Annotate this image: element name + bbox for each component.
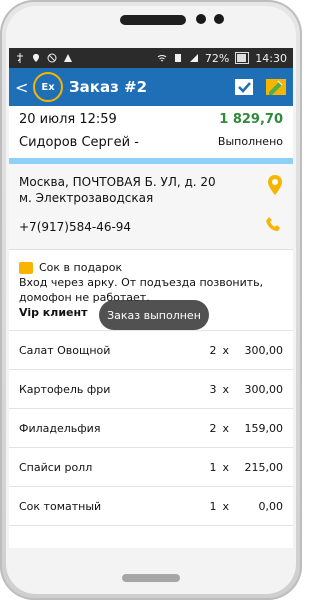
order-summary-row: 20 июля 12:59 1 829,70 [9,106,293,127]
order-datetime: 20 июля 12:59 [19,112,117,127]
item-x: x [222,499,229,513]
gift-text: Сок в подарок [39,261,123,274]
status-right-icons: 72% 14:30 [157,52,287,65]
list-item: Салат Овощной 2 x 300,00 [9,331,293,370]
item-name: Салат Овощной [19,343,111,357]
address-text: Москва, ПОЧТОВАЯ Б. УЛ, д. 20 м. Электро… [19,174,216,206]
checkbox-icon[interactable] [233,76,255,98]
phone-row: +7(917)584-46-94 [19,216,283,237]
sensor [214,14,224,24]
list-item: Сок томатный 1 x 0,00 [9,487,293,526]
item-price: 215,00 [244,460,284,474]
signal-icon [189,53,199,63]
item-name: Картофель фри [19,382,111,396]
note-line-1: Вход через арку. От подъезда позвонить, [19,276,264,289]
status-left-icons [15,53,73,63]
item-price: 300,00 [244,382,284,396]
blocked-icon [47,53,57,63]
address-row: Москва, ПОЧТОВАЯ Б. УЛ, д. 20 м. Электро… [19,174,283,206]
sim-icon [173,53,183,63]
list-item: Картофель фри 3 x 300,00 [9,370,293,409]
item-name: Сок томатный [19,499,102,513]
status-bar: 72% 14:30 [9,48,293,68]
appbar-actions [233,76,287,98]
list-item: Филадельфия 2 x 159,00 [9,409,293,448]
screen: 72% 14:30 < Ex Заказ #2 20 июля 12:59 1 … [9,48,293,548]
item-price: 159,00 [244,421,284,435]
item-qty: 3 [209,382,217,396]
address-block: Москва, ПОЧТОВАЯ Б. УЛ, д. 20 м. Электро… [9,164,293,249]
status-time: 14:30 [255,51,287,65]
order-amount: 1 829,70 [219,112,283,127]
item-x: x [222,421,229,435]
item-qty: 2 [209,421,217,435]
notification-icon [63,53,73,63]
item-name: Спайси ролл [19,460,93,474]
item-x: x [222,343,229,357]
phone-number[interactable]: +7(917)584-46-94 [19,220,131,234]
usb-icon [15,53,25,63]
location-status-icon [31,53,41,63]
item-x: x [222,382,229,396]
battery-icon [235,52,250,64]
app-bar: < Ex Заказ #2 [9,68,293,106]
edit-icon[interactable] [265,76,287,98]
gift-note-icon [19,261,33,274]
customer-row: Сидоров Сергей - Выполнено [9,127,293,158]
address-line-2: м. Электрозаводская [19,191,154,205]
address-line-1: Москва, ПОЧТОВАЯ Б. УЛ, д. 20 [19,175,216,189]
home-button[interactable] [122,574,180,582]
wifi-icon [157,53,167,63]
device-frame: 72% 14:30 < Ex Заказ #2 20 июля 12:59 1 … [0,0,302,600]
page-title: Заказ #2 [69,78,148,96]
item-qty: 2 [209,343,217,357]
item-price: 300,00 [244,343,284,357]
toast: Заказ выполнен [99,300,209,330]
phone-icon[interactable] [265,216,283,237]
chevron-left-icon[interactable]: < [15,78,28,97]
item-name: Филадельфия [19,421,101,435]
logo-icon: Ex [33,72,63,102]
item-qty: 1 [209,460,217,474]
order-items-list: Салат Овощной 2 x 300,00 Картофель фри 3… [9,330,293,526]
front-camera [196,14,206,24]
list-item: Спайси ролл 1 x 215,00 [9,448,293,487]
order-status: Выполнено [217,135,283,148]
location-icon[interactable] [267,174,283,206]
gift-row: Сок в подарок [19,260,283,275]
item-qty: 1 [209,499,217,513]
battery-percent: 72% [204,51,230,65]
speaker [120,15,186,25]
item-price: 0,00 [258,499,284,513]
item-x: x [222,460,229,474]
customer-name: Сидоров Сергей - [19,135,139,150]
